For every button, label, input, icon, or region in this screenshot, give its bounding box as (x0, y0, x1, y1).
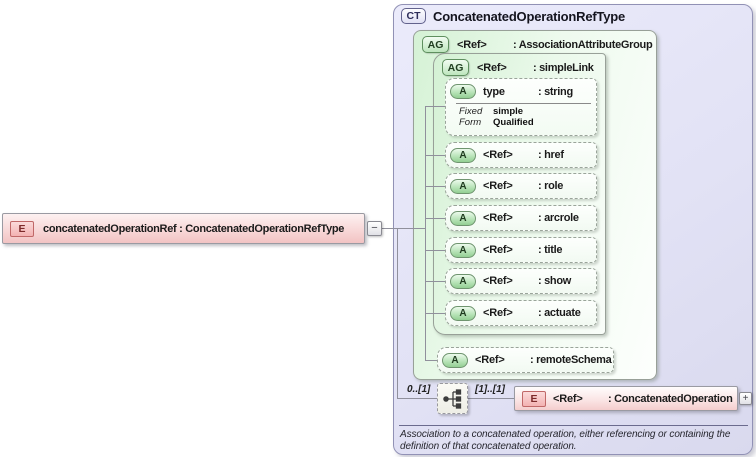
attribute-group-simplelink-header: AG <Ref> : simpleLink (434, 54, 605, 76)
connector-line (397, 398, 437, 399)
connector-tick (425, 250, 445, 251)
facet-form-value: Qualified (493, 116, 534, 128)
facet-form: Form Qualified (446, 116, 596, 129)
complex-type-header[interactable]: CT ConcatenatedOperationRefType (401, 8, 625, 24)
attribute-icon: A (450, 147, 476, 163)
sequence-compositor[interactable] (437, 383, 468, 414)
attribute-group-icon: AG (422, 36, 449, 53)
ref-label: <Ref> (483, 212, 513, 224)
attribute-icon: A (450, 84, 476, 99)
attribute-type: : remoteSchema (530, 354, 612, 366)
ref-label: <Ref> (553, 392, 583, 405)
attribute-group-name: : AssociationAttributeGroup (513, 38, 653, 51)
attribute-type: : arcrole (538, 212, 579, 224)
connector-tick (425, 106, 445, 107)
attribute-icon: A (450, 178, 476, 194)
attribute-box-remoteschema[interactable]: A <Ref> : remoteSchema (437, 347, 614, 373)
occurrence-label-left: 0..[1] (407, 384, 431, 395)
connector-line (397, 228, 398, 398)
element-icon: E (522, 390, 546, 407)
facet-divider (456, 103, 591, 104)
attribute-box-type[interactable]: A type : string Fixed simple Form Qualif… (445, 78, 597, 136)
ref-label: <Ref> (477, 61, 507, 74)
attribute-box-show[interactable]: A <Ref> : show (445, 268, 597, 294)
facet-fixed-value: simple (493, 106, 524, 117)
element-box-concatenatedoperation[interactable]: E <Ref> : ConcatenatedOperation (514, 386, 738, 411)
connector-tick (425, 360, 437, 361)
attribute-type: : string (538, 85, 573, 98)
attribute-box-href[interactable]: A <Ref> : href (445, 142, 597, 168)
facet-form-label: Form (459, 116, 482, 128)
attribute-group-icon: AG (442, 59, 469, 76)
attribute-box-title[interactable]: A <Ref> : title (445, 237, 597, 263)
ref-label: <Ref> (483, 149, 513, 161)
attribute-group-association-header: AG <Ref> : AssociationAttributeGroup (414, 31, 656, 53)
connector-line (382, 228, 425, 229)
attribute-group-name: : simpleLink (533, 61, 594, 74)
documentation-text: Association to a concatenated operation,… (400, 429, 731, 452)
collapse-button[interactable]: − (367, 221, 382, 236)
attribute-type: : href (538, 149, 564, 161)
element-box-concatenatedoperationref[interactable]: E concatenatedOperationRef : Concatenate… (2, 213, 365, 244)
attribute-type: : actuate (538, 307, 581, 319)
attribute-type: : role (538, 180, 564, 192)
connector-tick (425, 281, 445, 282)
attribute-type: : title (538, 244, 563, 256)
attribute-box-arcrole[interactable]: A <Ref> : arcrole (445, 205, 597, 231)
facet-fixed: Fixed simple (446, 106, 596, 118)
complex-type-icon: CT (401, 8, 426, 24)
element-type: : ConcatenatedOperation (608, 392, 733, 405)
attribute-box-actuate[interactable]: A <Ref> : actuate (445, 300, 597, 326)
xsd-diagram: CT ConcatenatedOperationRefType AG <Ref>… (0, 0, 756, 457)
attribute-icon: A (450, 305, 476, 321)
attribute-icon: A (442, 352, 468, 368)
ref-label: <Ref> (457, 38, 487, 51)
element-label: concatenatedOperationRef : ConcatenatedO… (43, 222, 345, 235)
connector-tick (425, 218, 445, 219)
sequence-icon (442, 388, 461, 409)
attribute-name: type (483, 85, 505, 98)
connector-tick (425, 313, 445, 314)
expand-button[interactable]: + (739, 392, 752, 405)
ref-label: <Ref> (483, 180, 513, 192)
attribute-type-header: A type : string (446, 79, 596, 99)
documentation-divider (399, 425, 748, 426)
complex-type-title: ConcatenatedOperationRefType (433, 8, 626, 24)
attribute-icon: A (450, 242, 476, 258)
connector-line (425, 106, 426, 361)
facet-fixed-label: Fixed (459, 106, 483, 117)
ref-label: <Ref> (475, 354, 505, 366)
ref-label: <Ref> (483, 275, 513, 287)
ref-label: <Ref> (483, 307, 513, 319)
attribute-icon: A (450, 210, 476, 226)
attribute-box-role[interactable]: A <Ref> : role (445, 173, 597, 199)
element-icon: E (10, 220, 34, 237)
ref-label: <Ref> (483, 244, 513, 256)
connector-tick (425, 155, 445, 156)
connector-tick (425, 186, 445, 187)
attribute-icon: A (450, 273, 476, 289)
occurrence-label-right: [1]..[1] (475, 384, 505, 395)
attribute-type: : show (538, 275, 572, 287)
connector-line (468, 398, 514, 399)
